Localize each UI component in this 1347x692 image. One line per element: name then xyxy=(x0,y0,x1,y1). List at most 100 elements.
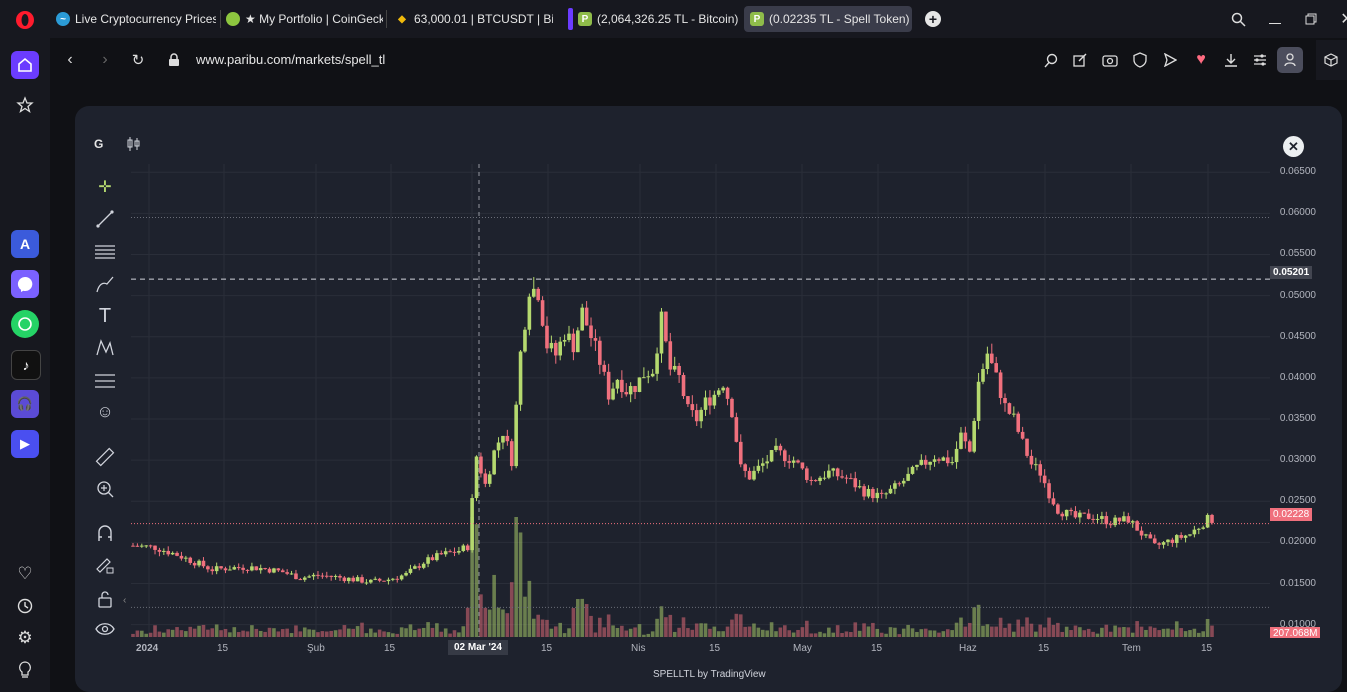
candle-body xyxy=(796,460,800,463)
candle-body xyxy=(1135,521,1139,531)
volume-bar xyxy=(730,619,734,637)
volume-bar xyxy=(919,629,924,637)
volume-bar xyxy=(584,604,589,637)
candle-body xyxy=(1161,542,1166,545)
candle-body xyxy=(787,461,792,463)
volume-bar xyxy=(1095,633,1100,637)
candle-body xyxy=(998,372,1003,398)
volume-bar xyxy=(650,631,655,637)
volume-bar xyxy=(241,630,245,637)
candle-body xyxy=(430,557,435,561)
candle-body xyxy=(809,479,814,481)
volume-bar xyxy=(496,607,501,637)
candle-body xyxy=(518,351,523,405)
volume-bar xyxy=(276,631,281,637)
candle-body xyxy=(932,459,937,462)
candle-body xyxy=(994,363,998,373)
candle-body xyxy=(1025,438,1029,456)
volume-bar xyxy=(439,631,444,637)
volume-bar xyxy=(1117,627,1122,637)
volume-bar xyxy=(703,623,708,637)
x-axis-tick-label: Haz xyxy=(959,643,977,654)
volume-bar xyxy=(580,598,585,637)
candle-body xyxy=(514,404,518,467)
candle-body xyxy=(1091,518,1095,520)
volume-bar xyxy=(1078,627,1082,637)
candle-body xyxy=(179,555,184,559)
volume-bar xyxy=(311,629,316,637)
price-chart[interactable] xyxy=(0,0,1347,692)
candle-body xyxy=(1078,512,1082,518)
volume-bar xyxy=(487,609,492,637)
volume-bar xyxy=(360,622,364,637)
volume-bar xyxy=(364,633,369,637)
volume-bar xyxy=(162,632,166,637)
candle-body xyxy=(448,551,452,553)
candle-body xyxy=(140,545,144,547)
candle-body xyxy=(1174,535,1179,543)
volume-bar xyxy=(694,623,699,637)
volume-bar xyxy=(686,628,690,637)
candle-body xyxy=(562,339,567,342)
candle-body xyxy=(1029,455,1034,465)
y-axis-tick-label: 0.03500 xyxy=(1279,413,1316,424)
volume-bar xyxy=(809,633,814,637)
candle-body xyxy=(571,333,576,353)
volume-bar xyxy=(501,609,505,637)
volume-bar xyxy=(333,630,338,637)
x-axis-tick-label: 15 xyxy=(1038,643,1050,654)
candle-body xyxy=(294,573,298,580)
volume-bar xyxy=(197,625,201,637)
volume-bar xyxy=(835,625,840,637)
volume-bar xyxy=(1108,631,1113,637)
volume-bar xyxy=(668,614,673,637)
candle-body xyxy=(188,557,193,563)
volume-bar xyxy=(677,627,681,637)
volume-bar xyxy=(893,627,897,637)
candle-body xyxy=(369,579,373,583)
candle-body xyxy=(241,567,245,570)
volume-bar xyxy=(1174,621,1179,637)
volume-bar xyxy=(457,632,461,637)
candle-body xyxy=(827,470,831,478)
candle-body xyxy=(624,392,629,395)
candle-body xyxy=(223,568,228,571)
volume-bar xyxy=(1122,627,1126,637)
candle-body xyxy=(1122,516,1126,522)
volume-bar xyxy=(131,633,135,637)
volume-bar xyxy=(1196,632,1201,637)
volume-bar xyxy=(871,622,875,637)
volume-bar xyxy=(712,626,717,637)
volume-bar xyxy=(672,631,677,637)
candle-body xyxy=(131,545,135,547)
candle-body xyxy=(954,448,959,463)
candle-body xyxy=(725,387,730,399)
volume-bar xyxy=(923,628,928,637)
candle-body xyxy=(783,450,787,462)
candle-body xyxy=(818,477,822,482)
candle-body xyxy=(738,441,743,465)
candle-body xyxy=(267,568,272,573)
x-axis-tick-label: May xyxy=(793,643,812,654)
candle-body xyxy=(386,579,391,582)
candle-body xyxy=(461,545,466,552)
candle-body xyxy=(175,552,179,556)
volume-bar xyxy=(144,633,149,637)
candle-body xyxy=(567,333,571,340)
volume-bar xyxy=(210,628,215,637)
volume-bar xyxy=(188,626,193,637)
candle-body xyxy=(329,575,333,577)
volume-bar xyxy=(985,624,990,637)
candle-body xyxy=(985,353,990,370)
volume-bar xyxy=(655,618,659,637)
candle-body xyxy=(897,483,902,485)
volume-bar xyxy=(827,627,831,637)
volume-bar xyxy=(536,614,540,637)
candle-body xyxy=(1086,513,1091,519)
candle-body xyxy=(760,463,765,466)
volume-bar xyxy=(897,634,902,637)
candle-body xyxy=(1201,527,1205,529)
candle-body xyxy=(245,569,250,571)
volume-bar xyxy=(391,633,395,637)
candle-body xyxy=(399,575,404,580)
